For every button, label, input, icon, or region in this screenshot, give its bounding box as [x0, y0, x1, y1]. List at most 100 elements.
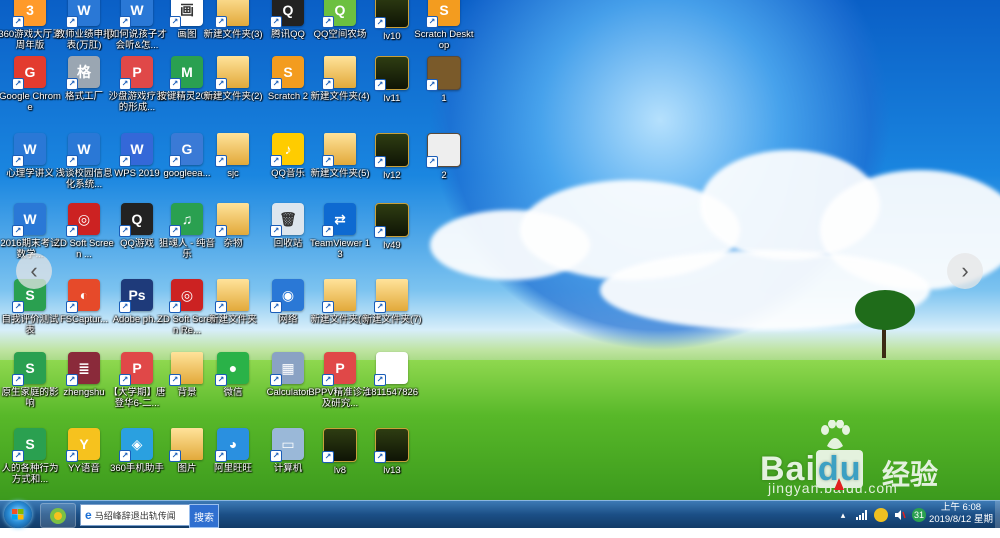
system-clock[interactable]: 上午 6:08 2019/8/12 星期一	[928, 502, 994, 538]
desktop-icon[interactable]: ● ↗ 微信	[203, 352, 263, 424]
desktop-icon-image: ♪ ↗	[270, 133, 304, 167]
desktop-icon-image: 🗑 ↗	[270, 203, 304, 237]
desktop-icon-image: ↗	[322, 428, 357, 463]
desktop-icon[interactable]: ↗ 新建文件夹(7)	[362, 279, 422, 351]
desktop-icon[interactable]: S ↗ 原生家庭的影响	[0, 352, 60, 424]
volume-icon[interactable]	[893, 508, 907, 522]
tray-app-icon[interactable]	[874, 508, 888, 522]
baidu-jingyan-watermark: Baidu 经验 jingyan.baidu.com	[760, 420, 990, 500]
desktop-icon-image: Ps ↗	[119, 279, 153, 313]
search-input[interactable]: e 马绍峰辞退出轨传闻	[80, 504, 190, 526]
shortcut-arrow-icon: ↗	[66, 78, 78, 90]
shortcut-arrow-icon: ↗	[12, 374, 24, 386]
desktop-icon[interactable]: ↗ 新建文件夹(2)	[203, 56, 263, 128]
desktop-icon-image: P ↗	[119, 56, 153, 90]
shortcut-arrow-icon: ↗	[66, 301, 78, 313]
annotation-arrow	[834, 478, 844, 490]
desktop-icon-label: Scratch Desktop	[414, 29, 474, 51]
desktop-icon[interactable]: ↗ lv8	[310, 428, 370, 500]
clock-date: 2019/8/12 星期一	[929, 514, 993, 537]
shortcut-arrow-icon: ↗	[374, 226, 386, 238]
desktop-icon[interactable]: ↗ 新建文件夹(5)	[310, 133, 370, 205]
shortcut-arrow-icon: ↗	[66, 16, 78, 28]
shortcut-arrow-icon: ↗	[270, 16, 282, 28]
shortcut-arrow-icon: ↗	[270, 225, 282, 237]
shortcut-arrow-icon: ↗	[322, 451, 334, 463]
shortcut-arrow-icon: ↗	[169, 374, 181, 386]
previous-arrow-icon[interactable]: ‹	[16, 253, 52, 289]
desktop-icon-image: ↗	[374, 56, 409, 91]
desktop-icon[interactable]: ↗ 杂物	[203, 203, 263, 275]
desktop-icon[interactable]: ↗ 新建文件夹	[203, 279, 263, 351]
desktop-icon[interactable]: G ↗ Google Chrome	[0, 56, 61, 128]
desktop-icon-image: ↗	[322, 56, 356, 90]
desktop-icon-image: Y ↗	[66, 428, 100, 462]
watermark-url: jingyan.baidu.com	[768, 480, 898, 496]
desktop-icon-image: ↗	[374, 352, 408, 386]
desktop-icon-image: ▭ ↗	[270, 428, 304, 462]
desktop-icon-image: ▦ ↗	[270, 352, 304, 386]
calendar-badge-icon[interactable]: 31	[912, 508, 926, 522]
desktop-icon[interactable]: S ↗ 人的各种行为方式和...	[0, 428, 60, 500]
desktop-icon-image: ↗	[374, 279, 408, 313]
desktop-icon[interactable]: ⇄ ↗ TeamViewer 13	[310, 203, 370, 275]
desktop-icon-image: ↗	[426, 56, 461, 91]
shortcut-arrow-icon: ↗	[169, 301, 181, 313]
shortcut-arrow-icon: ↗	[215, 16, 227, 28]
search-button[interactable]: 搜索	[189, 504, 219, 528]
desktop-icon[interactable]: ↗ 1811547826	[362, 352, 422, 424]
desktop-icon[interactable]: ↗ 2	[414, 133, 474, 205]
taskbar-app-360[interactable]	[40, 503, 76, 528]
shortcut-arrow-icon: ↗	[66, 155, 78, 167]
shortcut-arrow-icon: ↗	[374, 79, 386, 91]
start-button[interactable]	[4, 501, 32, 528]
desktop-icon[interactable]: ↗ 1	[414, 56, 474, 128]
desktop-icon-label: lv49	[383, 240, 401, 251]
desktop-icon-image: 格 ↗	[66, 56, 100, 90]
shortcut-arrow-icon: ↗	[426, 156, 438, 168]
desktop-icon-image: ↗	[374, 0, 409, 29]
desktop-icon[interactable]: ↗ lv12	[362, 133, 422, 205]
desktop-icon-label: 新建文件夹(7)	[362, 314, 422, 325]
desktop-icon-image: W ↗	[12, 133, 46, 167]
desktop-icon[interactable]: ↗ lv13	[362, 428, 422, 500]
desktop-icon[interactable]: ◕ ↗ 阿里旺旺	[203, 428, 263, 500]
network-signal-icon[interactable]	[855, 508, 869, 522]
shortcut-arrow-icon: ↗	[374, 156, 386, 168]
shortcut-arrow-icon: ↗	[119, 374, 131, 386]
desktop-icon-label: 1	[441, 93, 447, 104]
show-desktop-button[interactable]	[995, 501, 1000, 528]
shortcut-arrow-icon: ↗	[119, 450, 131, 462]
shortcut-arrow-icon: ↗	[270, 450, 282, 462]
desktop-icon[interactable]: ↗ sjc	[203, 133, 263, 205]
ie-icon: e	[85, 508, 92, 522]
desktop-icon[interactable]: W ↗ 心理学讲义	[0, 133, 60, 205]
desktop-icon-image: ↗	[374, 203, 409, 238]
desktop-icon[interactable]: ▭ ↗ 计算机	[258, 428, 318, 500]
desktop-icon-image: P ↗	[119, 352, 153, 386]
desktop-icon-image: ◉ ↗	[270, 279, 304, 313]
desktop-icon[interactable]: ↗ lv11	[362, 56, 422, 128]
tray-expand-icon[interactable]: ▴	[836, 508, 850, 522]
desktop-icon[interactable]: S ↗ 自我评价测试表	[0, 279, 60, 351]
shortcut-arrow-icon: ↗	[215, 78, 227, 90]
desktop-icon-image: ↗	[215, 203, 249, 237]
desktop-icon-image: ↗	[374, 428, 409, 463]
shortcut-arrow-icon: ↗	[12, 16, 24, 28]
desktop-icon-image: W ↗	[119, 133, 153, 167]
desktop-icon-image: S ↗	[12, 428, 46, 462]
windows-flag-icon	[12, 509, 24, 520]
shortcut-arrow-icon: ↗	[12, 225, 24, 237]
shortcut-arrow-icon: ↗	[169, 16, 181, 28]
desktop-icon-image: ● ↗	[215, 352, 249, 386]
desktop-icon-image: W ↗	[12, 203, 46, 237]
desktop-icon-image: ↗	[215, 133, 249, 167]
desktop-icon[interactable]: ↗ lv49	[362, 203, 422, 275]
desktop-icon-image: ↗	[322, 279, 356, 313]
desktop-icon[interactable]: ↗ 新建文件夹(4)	[310, 56, 370, 128]
desktop-icon-image: ◈ ↗	[119, 428, 153, 462]
shortcut-arrow-icon: ↗	[12, 155, 24, 167]
desktop-icon-image: ◕ ↗	[215, 428, 249, 462]
next-arrow-icon[interactable]: ›	[947, 253, 983, 289]
desktop-icon-image: ⇄ ↗	[322, 203, 356, 237]
